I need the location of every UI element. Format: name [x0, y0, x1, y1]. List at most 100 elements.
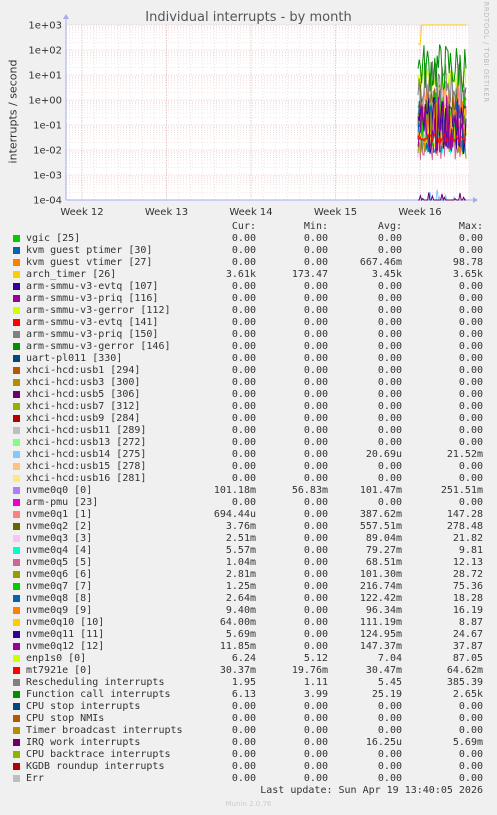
series-avg: 667.46m: [359, 257, 402, 268]
series-min: 0.00: [303, 293, 328, 304]
series-min: 0.00: [303, 317, 328, 328]
series-cur: 0.00: [231, 497, 256, 508]
series-avg: 16.25u: [365, 737, 402, 748]
series-min: 0.00: [303, 449, 328, 460]
series-max: 16.19: [452, 605, 483, 616]
series-name: nvme0q0 [0]: [26, 485, 93, 496]
series-min: 0.00: [303, 413, 328, 424]
legend-row: xhci-hcd:usb3 [300] 0.00 0.00 0.00 0.00: [0, 377, 497, 389]
series-max: 147.28: [446, 509, 483, 520]
series-name: vgic [25]: [26, 233, 81, 244]
series-max: 5.69m: [452, 737, 483, 748]
series-max: 385.39: [446, 677, 483, 688]
series-min: 173.47: [291, 269, 328, 280]
series-avg: 0.00: [377, 425, 402, 436]
series-cur: 6.13: [231, 689, 256, 700]
series-max: 75.36: [452, 581, 483, 592]
series-swatch: [13, 583, 20, 590]
legend-row: CPU stop interrupts 0.00 0.00 0.00 0.00: [0, 701, 497, 713]
x-tick-label: Week 15: [314, 207, 357, 218]
series-max: 0.00: [458, 245, 483, 256]
legend-rows: vgic [25] 0.00 0.00 0.00 0.00 kvm guest ptime…: [0, 233, 497, 785]
x-tick-label: Week 13: [145, 207, 188, 218]
legend-row: mt7921e [0] 30.37m 19.76m 30.47m 64.62m: [0, 665, 497, 677]
series-max: 18.28: [452, 593, 483, 604]
legend-row: nvme0q9 [9] 9.40m 0.00 96.34m 16.19: [0, 605, 497, 617]
series-swatch: [13, 607, 20, 614]
chart-plot: 1e+03 1e+02 1e+01 1e+00 1e-01 1e-02 1e-03 1e-04…: [28, 14, 478, 218]
series-swatch: [13, 679, 20, 686]
series-cur: 0.00: [231, 293, 256, 304]
series-avg: 0.00: [377, 317, 402, 328]
series-max: 0.00: [458, 377, 483, 388]
series-swatch: [13, 391, 20, 398]
series-cur: 6.24: [231, 653, 256, 664]
series-swatch: [13, 655, 20, 662]
legend-row: nvme0q1 [1] 694.44u 0.00 387.62m 147.28: [0, 509, 497, 521]
series-cur: 0.00: [231, 377, 256, 388]
series-min: 0.00: [303, 557, 328, 568]
series-name: arm-smmu-v3-gerror [112]: [26, 305, 171, 316]
series-swatch: [13, 247, 20, 254]
series-avg: 0.00: [377, 761, 402, 772]
series-min: 0.00: [303, 773, 328, 784]
series-cur: 0.00: [231, 749, 256, 760]
series-max: 64.62m: [446, 665, 483, 676]
series-swatch: [13, 451, 20, 458]
series-cur: 0.00: [231, 365, 256, 376]
series-max: 0.00: [458, 749, 483, 760]
legend-row: nvme0q2 [2] 3.76m 0.00 557.51m 278.48: [0, 521, 497, 533]
series-min: 0.00: [303, 305, 328, 316]
series-avg: 0.00: [377, 233, 402, 244]
x-tick-label: Week 16: [398, 207, 441, 218]
series-min: 19.76m: [291, 665, 328, 676]
legend-row: arm-smmu-v3-evtq [141] 0.00 0.00 0.00 0.00: [0, 317, 497, 329]
series-swatch: [13, 571, 20, 578]
series-min: 0.00: [303, 761, 328, 772]
series-max: 0.00: [458, 281, 483, 292]
series-swatch: [13, 355, 20, 362]
series-avg: 7.04: [377, 653, 402, 664]
x-tick-label: Week 12: [60, 207, 103, 218]
series-name: nvme0q10 [10]: [26, 617, 105, 628]
series-min: 0.00: [303, 437, 328, 448]
series-avg: 0.00: [377, 461, 402, 472]
series-name: CPU stop interrupts: [26, 701, 141, 712]
series-max: 0.00: [458, 473, 483, 484]
series-cur: 694.44u: [213, 509, 256, 520]
legend-row: xhci-hcd:usb5 [306] 0.00 0.00 0.00 0.00: [0, 389, 497, 401]
series-cur: 1.95: [231, 677, 256, 688]
series-swatch: [13, 319, 20, 326]
series-avg: 25.19: [371, 689, 402, 700]
series-cur: 0.00: [231, 329, 256, 340]
series-swatch: [13, 643, 20, 650]
series-cur: 1.25m: [225, 581, 256, 592]
legend-row: nvme0q11 [11] 5.69m 0.00 124.95m 24.67: [0, 629, 497, 641]
series-swatch: [13, 379, 20, 386]
series-cur: 0.00: [231, 257, 256, 268]
series-name: arm-pmu [23]: [26, 497, 99, 508]
series-swatch: [13, 715, 20, 722]
series-cur: 0.00: [231, 437, 256, 448]
last-update: Last update: Sun Apr 19 13:40:05 2026: [260, 785, 483, 796]
series-avg: 216.74m: [359, 581, 402, 592]
series-avg: 0.00: [377, 389, 402, 400]
legend-row: nvme0q12 [12] 11.85m 0.00 147.37m 37.87: [0, 641, 497, 653]
series-name: arm-smmu-v3-gerror [146]: [26, 341, 171, 352]
series-avg: 0.00: [377, 245, 402, 256]
series-name: uart-pl011 [330]: [26, 353, 123, 364]
legend-row: Function call interrupts 6.13 3.99 25.19 2.6…: [0, 689, 497, 701]
series-min: 0.00: [303, 641, 328, 652]
series-swatch: [13, 271, 20, 278]
legend-row: xhci-hcd:usb14 [275] 0.00 0.00 20.69u 21.52m: [0, 449, 497, 461]
series-max: 0.00: [458, 761, 483, 772]
series-avg: 0.00: [377, 725, 402, 736]
series-avg: 0.00: [377, 473, 402, 484]
legend-row: nvme0q7 [7] 1.25m 0.00 216.74m 75.36: [0, 581, 497, 593]
series-max: 0.00: [458, 293, 483, 304]
series-cur: 0.00: [231, 461, 256, 472]
series-avg: 111.19m: [359, 617, 402, 628]
y-tick-label: 1e-01: [33, 121, 62, 132]
series-min: 0.00: [303, 341, 328, 352]
series-swatch: [13, 235, 20, 242]
